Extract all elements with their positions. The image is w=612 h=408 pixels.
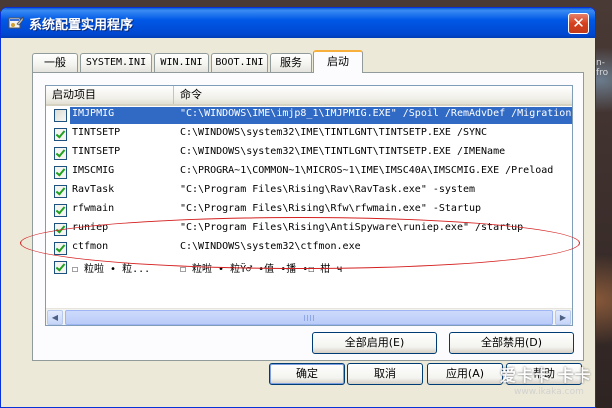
window-title: 系统配置实用程序 bbox=[29, 18, 134, 33]
table-row[interactable]: IMSCMIG C:\PROGRA~1\COMMON~1\MICROS~1\IM… bbox=[46, 163, 572, 181]
tab-general[interactable]: 一般 bbox=[32, 53, 78, 72]
scroll-left-button[interactable]: ◀ bbox=[47, 310, 63, 325]
startup-item-name: IMSCMIG bbox=[72, 165, 115, 176]
tab-startup[interactable]: 启动 bbox=[313, 50, 363, 73]
row-checkbox[interactable] bbox=[54, 261, 67, 274]
startup-item-name: runiep bbox=[72, 222, 109, 233]
startup-item-name: rfwmain bbox=[72, 203, 115, 214]
watermark-brand: 爱卡卡 卡卡 bbox=[500, 366, 592, 385]
ikaka-watermark: 爱卡卡 卡卡 www.ikaka.com bbox=[500, 362, 612, 408]
cancel-button[interactable]: 取消 bbox=[347, 363, 423, 385]
list-header: 启动项目 命令 bbox=[46, 86, 572, 106]
startup-item-command: ☐ 粒啦 • 粒Ÿ♂ •值 •播 •☐ 柑 ч bbox=[180, 264, 343, 275]
table-row[interactable]: RavTask "C:\Program Files\Rising\Rav\Rav… bbox=[46, 182, 572, 200]
startup-item-name: ☐ 粒啦 • 粒... bbox=[72, 264, 151, 275]
startup-item-name: IMJPMIG bbox=[72, 108, 115, 119]
table-row[interactable]: TINTSETP C:\WINDOWS\system32\IME\TINTLGN… bbox=[46, 125, 572, 143]
watermark-url: www.ikaka.com bbox=[514, 387, 584, 397]
close-icon: ✕ bbox=[572, 14, 585, 32]
close-button[interactable]: ✕ bbox=[568, 13, 589, 34]
scroll-thumb[interactable] bbox=[65, 310, 553, 325]
row-checkbox[interactable] bbox=[54, 242, 67, 255]
scroll-right-button[interactable]: ▶ bbox=[555, 310, 571, 325]
apply-button[interactable]: 应用(A) bbox=[427, 363, 503, 385]
row-checkbox[interactable] bbox=[54, 185, 67, 198]
startup-item-command: "C:\Program Files\Rising\Rfw\rfwmain.exe… bbox=[180, 203, 482, 214]
row-checkbox[interactable] bbox=[54, 147, 67, 160]
startup-items-list[interactable]: 启动项目 命令 IMJPMIG "C:\WINDOWS\IME\imjp8_1\… bbox=[45, 85, 573, 326]
msconfig-window: 系统配置实用程序 ✕ 一般 SYSTEM.INI WIN.INI BOOT.IN… bbox=[0, 7, 596, 408]
arrow-left-icon: ◀ bbox=[51, 313, 59, 322]
table-row[interactable]: runiep "C:\Program Files\Rising\AntiSpyw… bbox=[46, 220, 572, 238]
column-header-startup-item[interactable]: 启动项目 bbox=[46, 86, 174, 104]
startup-item-name: TINTSETP bbox=[72, 146, 121, 157]
startup-panel: 启动项目 命令 IMJPMIG "C:\WINDOWS\IME\imjp8_1\… bbox=[32, 72, 584, 361]
startup-item-command: C:\PROGRA~1\COMMON~1\MICROS~1\IME\IMSC40… bbox=[180, 165, 554, 176]
tab-boot-ini[interactable]: BOOT.INI bbox=[211, 53, 268, 72]
table-row[interactable]: ☐ 粒啦 • 粒... ☐ 粒啦 • 粒Ÿ♂ •值 •播 •☐ 柑 ч bbox=[46, 258, 572, 276]
tab-win-ini[interactable]: WIN.INI bbox=[154, 53, 209, 72]
row-checkbox[interactable] bbox=[54, 204, 67, 217]
tab-system-ini[interactable]: SYSTEM.INI bbox=[80, 53, 152, 72]
background-edge-text: n-fro bbox=[596, 58, 609, 78]
startup-item-command: "C:\Program Files\Rising\Rav\RavTask.exe… bbox=[180, 184, 476, 195]
startup-item-name: TINTSETP bbox=[72, 127, 121, 138]
startup-item-name: RavTask bbox=[72, 184, 115, 195]
arrow-right-icon: ▶ bbox=[559, 313, 567, 322]
startup-item-command: C:\WINDOWS\system32\IME\TINTLGNT\TINTSET… bbox=[180, 146, 506, 157]
list-rows: IMJPMIG "C:\WINDOWS\IME\imjp8_1\IMJPMIG.… bbox=[46, 106, 572, 308]
row-checkbox[interactable] bbox=[54, 223, 67, 236]
grip-icon bbox=[304, 315, 314, 321]
horizontal-scrollbar[interactable]: ◀ ▶ bbox=[46, 308, 572, 325]
startup-item-command: C:\WINDOWS\system32\IME\TINTLGNT\TINTSET… bbox=[180, 127, 488, 138]
row-checkbox[interactable] bbox=[54, 128, 67, 141]
startup-item-command: C:\WINDOWS\system32\ctfmon.exe bbox=[180, 241, 361, 252]
msconfig-app-icon bbox=[8, 16, 24, 29]
column-header-command[interactable]: 命令 bbox=[174, 86, 572, 104]
enable-all-button[interactable]: 全部启用(E) bbox=[312, 332, 437, 354]
table-row[interactable]: IMJPMIG "C:\WINDOWS\IME\imjp8_1\IMJPMIG.… bbox=[46, 106, 572, 124]
startup-item-command: "C:\WINDOWS\IME\imjp8_1\IMJPMIG.EXE" /Sp… bbox=[180, 108, 572, 119]
ok-button[interactable]: 确定 bbox=[269, 363, 345, 385]
table-row[interactable]: ctfmon C:\WINDOWS\system32\ctfmon.exe bbox=[46, 239, 572, 257]
table-row[interactable]: TINTSETP C:\WINDOWS\system32\IME\TINTLGN… bbox=[46, 144, 572, 162]
disable-all-button[interactable]: 全部禁用(D) bbox=[449, 332, 574, 354]
table-row[interactable]: rfwmain "C:\Program Files\Rising\Rfw\rfw… bbox=[46, 201, 572, 219]
tab-services[interactable]: 服务 bbox=[270, 53, 312, 72]
startup-item-name: ctfmon bbox=[72, 241, 109, 252]
title-bar[interactable]: 系统配置实用程序 ✕ bbox=[1, 8, 595, 38]
row-checkbox[interactable] bbox=[54, 166, 67, 179]
row-checkbox[interactable] bbox=[54, 109, 67, 122]
startup-item-command: "C:\Program Files\Rising\AntiSpyware\run… bbox=[180, 222, 524, 233]
